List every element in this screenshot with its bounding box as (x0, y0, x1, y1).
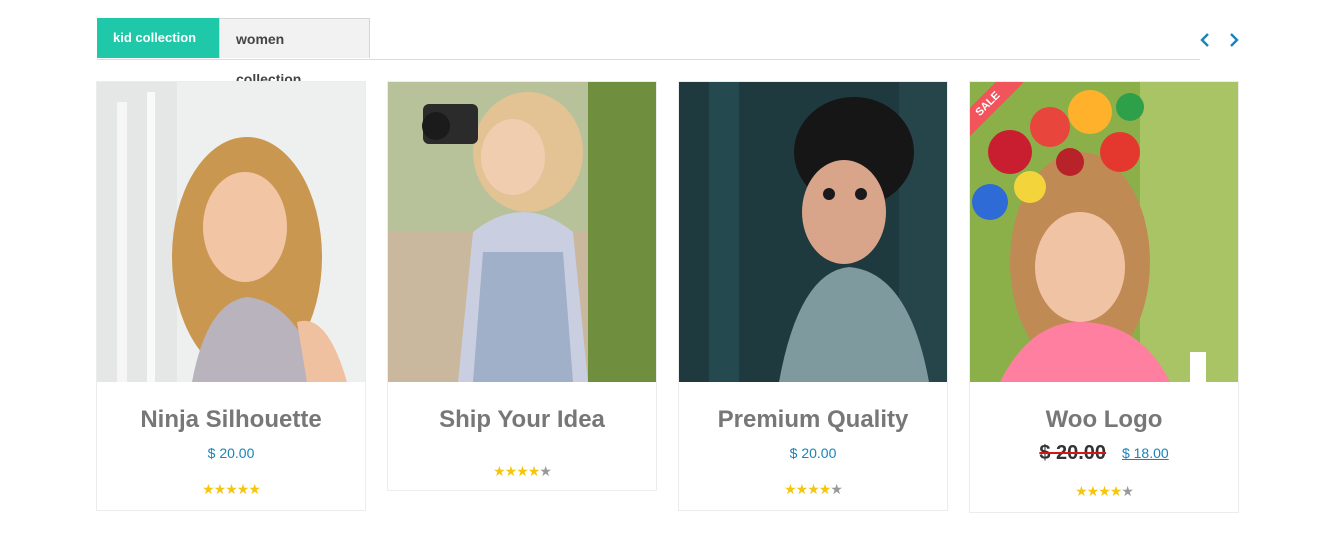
star-empty-icon: ★ (539, 463, 552, 479)
product-image[interactable] (388, 82, 656, 382)
product-image[interactable] (97, 82, 365, 382)
carousel-prev-button[interactable] (1195, 30, 1215, 50)
product-image[interactable]: SALE (970, 82, 1238, 382)
product-title[interactable]: Ship Your Idea (388, 405, 656, 435)
old-price: $ 20.00 (1039, 442, 1107, 464)
star-icon: ★★★★ (493, 463, 540, 479)
product-card[interactable]: SALE Woo Logo $ 20.00 $ 18.00 ★★★★★ (969, 81, 1239, 513)
chevron-left-icon (1200, 33, 1209, 47)
star-rating: ★★★★★ (970, 483, 1238, 499)
star-icon: ★★★★ (784, 481, 831, 497)
sale-badge: SALE (970, 82, 1030, 142)
chevron-right-icon (1230, 33, 1239, 47)
star-rating: ★★★★★ (679, 481, 947, 497)
tab-kid-collection[interactable]: kid collection (97, 18, 219, 58)
product-card[interactable]: Ninja Silhouette $ 20.00 ★★★★★ (96, 81, 366, 511)
product-image[interactable] (679, 82, 947, 382)
product-price: $ 20.00 (789, 445, 837, 461)
star-rating: ★★★★★ (97, 481, 365, 497)
collection-tabs: kid collection women collection (97, 18, 1200, 87)
star-empty-icon: ★ (830, 481, 843, 497)
carousel-next-button[interactable] (1224, 30, 1244, 50)
product-price: $ 20.00 (207, 445, 255, 461)
product-price-group: $ 20.00 $ 18.00 (970, 443, 1238, 463)
tab-women-collection[interactable]: women collection (219, 18, 370, 87)
star-empty-icon: ★ (1121, 483, 1134, 499)
product-card[interactable]: Premium Quality $ 20.00 ★★★★★ (678, 81, 948, 511)
star-icon: ★★★★ (1075, 483, 1122, 499)
product-title[interactable]: Ninja Silhouette (97, 405, 365, 435)
sale-price[interactable]: $ 18.00 (1122, 445, 1169, 461)
product-card[interactable]: Ship Your Idea ★★★★★ (387, 81, 657, 491)
product-title[interactable]: Premium Quality (679, 405, 947, 435)
star-icon: ★★★★★ (202, 481, 261, 497)
product-title[interactable]: Woo Logo (970, 405, 1238, 435)
star-rating: ★★★★★ (388, 463, 656, 479)
